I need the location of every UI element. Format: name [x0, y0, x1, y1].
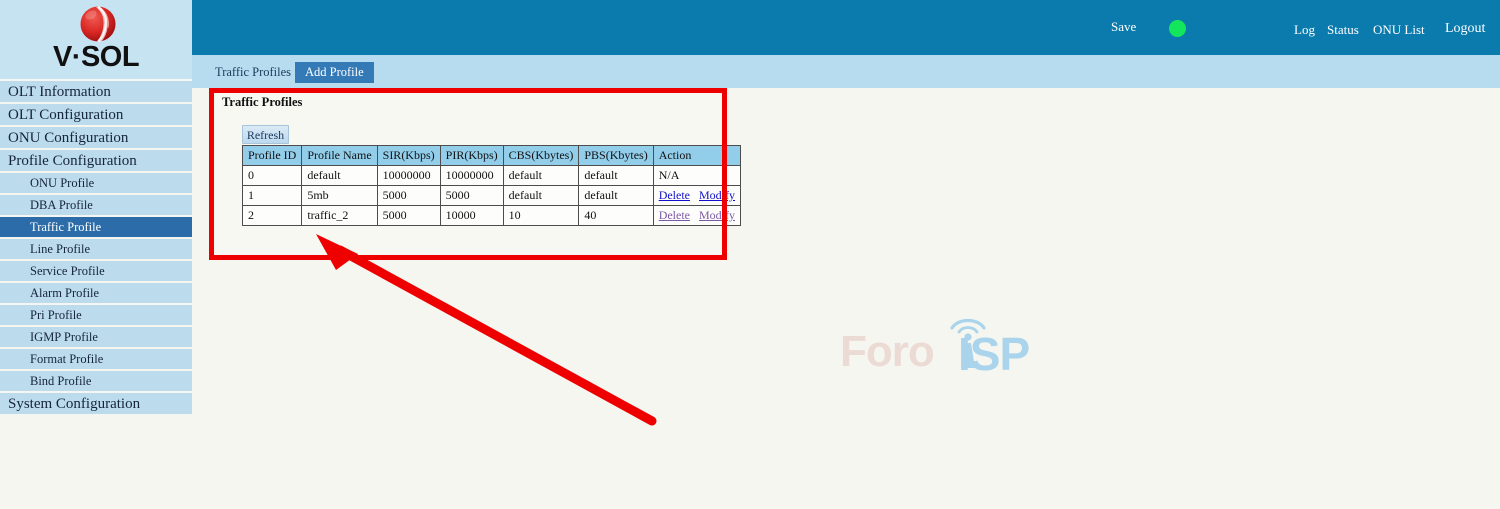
cell-pbs: default: [578, 165, 654, 186]
action-text: N/A: [658, 168, 680, 182]
column-header-profile-id: Profile ID: [241, 145, 303, 166]
sidebar-item-traffic-profile[interactable]: Traffic Profile: [0, 217, 192, 239]
header-link-logout[interactable]: Logout: [1445, 21, 1485, 37]
sidebar-item-pri-profile[interactable]: Pri Profile: [0, 305, 192, 327]
sidebar-item-label: Bind Profile: [30, 374, 92, 388]
sidebar-item-label: ONU Profile: [30, 176, 95, 190]
cell-profile-name: 5mb: [301, 185, 378, 206]
modify-link[interactable]: Modify: [699, 208, 735, 222]
wifi-antenna-icon: [950, 318, 986, 368]
cell-pir: 10000: [439, 205, 504, 226]
sidebar-item-label: OLT Configuration: [8, 107, 124, 123]
sidebar-item-format-profile[interactable]: Format Profile: [0, 349, 192, 371]
cell-profile-id: 1: [241, 185, 303, 206]
sidebar-item-label: System Configuration: [8, 396, 141, 412]
tab-add-profile[interactable]: Add Profile: [295, 62, 374, 83]
sidebar-item-label: DBA Profile: [30, 198, 93, 212]
sidebar-item-label: OLT Information: [8, 84, 111, 100]
cell-action: Delete Modify: [652, 185, 742, 206]
cell-profile-name: default: [301, 165, 378, 186]
tab-bar: Traffic Profiles Add Profile: [192, 55, 1500, 88]
brand-name: V·SOL: [52, 41, 140, 73]
traffic-profiles-panel: Traffic Profiles Refresh Profile ID Prof…: [212, 90, 742, 256]
cell-cbs: default: [502, 165, 580, 186]
watermark-accent-text: ISP: [958, 328, 1030, 380]
modify-link[interactable]: Modify: [699, 188, 735, 202]
sidebar-item-dba-profile[interactable]: DBA Profile: [0, 195, 192, 217]
column-header-cbs: CBS(Kbytes): [502, 145, 580, 166]
cell-pbs: 40: [578, 205, 654, 226]
sidebar-item-label: Traffic Profile: [30, 220, 102, 234]
vsol-sphere-logo-icon: [80, 5, 116, 43]
cell-pir: 5000: [439, 185, 504, 206]
sidebar-item-label: IGMP Profile: [30, 330, 98, 344]
refresh-button[interactable]: Refresh: [242, 125, 289, 144]
watermark: Foro ISP: [840, 310, 1050, 380]
header-link-log[interactable]: Log: [1294, 22, 1315, 38]
sidebar-item-olt-configuration[interactable]: OLT Configuration: [0, 104, 192, 127]
table-row: 1 5mb 5000 5000 default default Delete Modify: [241, 185, 742, 206]
content-area: Traffic Profiles Refresh Profile ID Prof…: [192, 88, 1500, 509]
top-header-bar: Save Log Status ONU List Logout: [192, 0, 1500, 55]
sidebar-item-label: Pri Profile: [30, 308, 82, 322]
header-link-onu-list[interactable]: ONU List: [1373, 22, 1425, 38]
cell-action: Delete Modify: [652, 205, 742, 226]
sidebar-item-line-profile[interactable]: Line Profile: [0, 239, 192, 261]
traffic-profiles-table: Profile ID Profile Name SIR(Kbps) PIR(Kb…: [241, 145, 742, 226]
table-header: Profile ID Profile Name SIR(Kbps) PIR(Kb…: [241, 145, 742, 166]
sidebar-item-label: Alarm Profile: [30, 286, 100, 300]
save-button[interactable]: Save: [1111, 19, 1136, 35]
delete-link[interactable]: Delete: [659, 188, 690, 202]
sidebar-item-label: Line Profile: [30, 242, 91, 256]
sidebar-item-bind-profile[interactable]: Bind Profile: [0, 371, 192, 393]
cell-sir: 10000000: [376, 165, 441, 186]
column-header-pbs: PBS(Kbytes): [578, 145, 654, 166]
page-title: Traffic Profiles: [222, 95, 303, 109]
table-body: 0 default 10000000 10000000 default default N/…: [241, 165, 742, 226]
sidebar-item-label: Format Profile: [30, 352, 104, 366]
column-header-pir: PIR(Kbps): [439, 145, 504, 166]
sidebar-item-onu-profile[interactable]: ONU Profile: [0, 173, 192, 195]
status-indicator-dot: [1169, 20, 1186, 37]
brand-header: V·SOL: [0, 0, 192, 79]
cell-profile-name: traffic_2: [301, 205, 378, 226]
cell-action: N/A: [652, 165, 742, 186]
cell-profile-id: 2: [241, 205, 303, 226]
column-header-sir: SIR(Kbps): [376, 145, 441, 166]
sidebar-item-label: ONU Configuration: [8, 130, 129, 146]
sidebar-item-onu-configuration[interactable]: ONU Configuration: [0, 127, 192, 150]
sidebar-item-olt-information[interactable]: OLT Information: [0, 81, 192, 104]
column-header-action: Action: [652, 145, 742, 166]
delete-link[interactable]: Delete: [659, 208, 690, 222]
sidebar-item-alarm-profile[interactable]: Alarm Profile: [0, 283, 192, 305]
sidebar-item-system-configuration[interactable]: System Configuration: [0, 393, 192, 416]
sidebar-item-service-profile[interactable]: Service Profile: [0, 261, 192, 283]
sidebar-item-profile-configuration[interactable]: Profile Configuration: [0, 150, 192, 173]
sidebar-item-igmp-profile[interactable]: IGMP Profile: [0, 327, 192, 349]
cell-pir: 10000000: [439, 165, 504, 186]
header-link-status[interactable]: Status: [1327, 22, 1359, 38]
column-header-profile-name: Profile Name: [301, 145, 378, 166]
cell-profile-id: 0: [241, 165, 303, 186]
cell-cbs: 10: [502, 205, 580, 226]
cell-sir: 5000: [376, 185, 441, 206]
table-header-row: Profile ID Profile Name SIR(Kbps) PIR(Kb…: [241, 145, 742, 166]
sidebar-item-label: Service Profile: [30, 264, 105, 278]
sidebar: V·SOL OLT Information OLT Configuration ON…: [0, 0, 192, 509]
tab-traffic-profiles[interactable]: Traffic Profiles: [205, 62, 302, 83]
watermark-text: Foro: [840, 327, 935, 376]
table-row: 0 default 10000000 10000000 default default N/…: [241, 165, 742, 186]
cell-pbs: default: [578, 185, 654, 206]
cell-cbs: default: [502, 185, 580, 206]
sidebar-item-label: Profile Configuration: [8, 153, 137, 169]
cell-sir: 5000: [376, 205, 441, 226]
table-row: 2 traffic_2 5000 10000 10 40 Delete Modify: [241, 205, 742, 226]
